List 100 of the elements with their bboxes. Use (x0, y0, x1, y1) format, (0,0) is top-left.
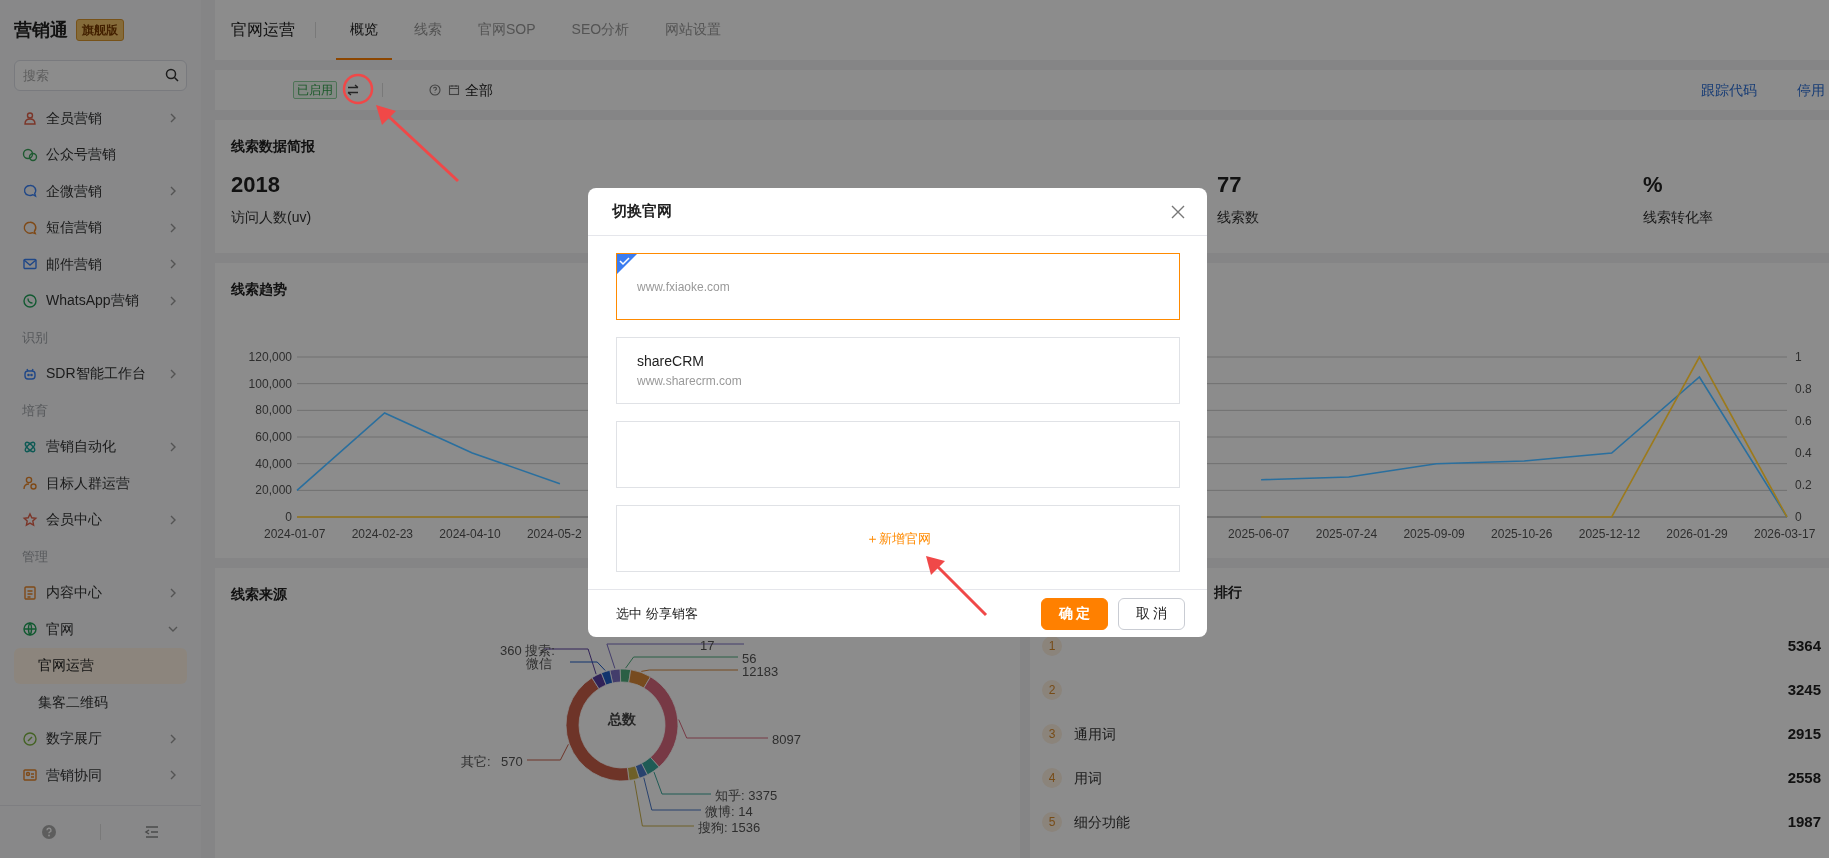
collapse-menu-icon[interactable] (143, 824, 160, 840)
sidebar-item[interactable]: 会员中心 (0, 501, 201, 538)
metric-value: 77 (1217, 171, 1242, 199)
link[interactable]: 停用 (1797, 79, 1825, 101)
axis-label: 120,000 (248, 349, 292, 366)
search-icon[interactable] (165, 68, 179, 82)
phone-bubble-icon (22, 292, 38, 309)
site-url: www.sharecrm.com (637, 373, 742, 390)
swap-icon[interactable] (346, 83, 360, 97)
metric-value: % (1643, 171, 1663, 199)
rank-badge: 2 (1042, 680, 1062, 700)
person-icon (22, 475, 38, 492)
axis-label: 0.4 (1795, 445, 1812, 462)
slice-label: 其它: (461, 753, 491, 771)
metric-label: 访问人数(uv) (231, 208, 312, 227)
sidebar-item[interactable]: 内容中心 (0, 574, 201, 611)
leader-line (643, 777, 702, 811)
rank-badge: 1 (1042, 636, 1062, 656)
axis-label: 20,000 (255, 482, 292, 500)
keyword-label: 通用词 (1074, 724, 1116, 744)
axis-label: 2026-03-17 (1754, 526, 1816, 543)
axis-label: 0 (285, 509, 292, 526)
document-icon (22, 584, 38, 601)
slice-label: 360 搜索: (500, 642, 555, 658)
site-url: www.fxiaoke.com (637, 278, 730, 296)
sidebar-subitem[interactable]: 集客二维码 (14, 684, 187, 721)
star-icon (22, 511, 38, 528)
close-icon[interactable] (1171, 204, 1185, 219)
dialog-title: 切换官网 (612, 201, 672, 222)
axis-label: 0.6 (1795, 413, 1812, 430)
keyword-label: 用词 (1074, 768, 1102, 788)
axis-label: 2025-09-09 (1403, 526, 1465, 543)
help-icon[interactable] (41, 824, 58, 840)
chat-bubbles-icon (22, 146, 38, 163)
sidebar-item[interactable]: 数字展厅 (0, 720, 201, 757)
axis-label: 0 (1795, 509, 1802, 526)
axis-label: 1 (1795, 349, 1802, 366)
site-name: shareCRM (637, 352, 704, 371)
annotation-circle (342, 73, 374, 105)
id-card-icon (22, 767, 38, 784)
slice-label: 8097 (772, 731, 801, 749)
site-option[interactable]: www.fxiaoke.com (616, 253, 1180, 320)
cancel-button[interactable]: 取 消 (1118, 597, 1185, 630)
card-title: 线索趋势 (231, 280, 287, 299)
slice-label: 17 (700, 637, 715, 655)
metric-label: 线索数 (1217, 208, 1259, 227)
sidebar-item[interactable]: 目标人群运营 (0, 465, 201, 502)
edition-badge: 旗舰版 (76, 19, 124, 41)
axis-label: 0.2 (1795, 477, 1812, 494)
selected-check-icon (617, 254, 637, 274)
rank-badge: 5 (1042, 812, 1062, 832)
link[interactable]: 跟踪代码 (1701, 79, 1757, 101)
scope-label[interactable]: 全部 (465, 79, 493, 101)
sidebar-item[interactable]: 营销协同 (0, 757, 201, 794)
axis-label: 40,000 (255, 455, 292, 473)
card-title: 线索来源 (231, 585, 287, 604)
count-value: 1987 (1787, 811, 1821, 832)
donut-center-label: 总数 (608, 710, 636, 729)
axis-label: 2026-01-29 (1666, 526, 1728, 543)
axis-label: 0.8 (1795, 381, 1812, 398)
rank-badge: 4 (1042, 768, 1062, 788)
slice-label: 知乎: 3375 (715, 787, 778, 805)
sidebar-item[interactable]: 营销自动化 (0, 428, 201, 465)
axis-label: 80,000 (255, 402, 292, 420)
axis-label: 2024-02-23 (351, 526, 414, 543)
globe-icon (22, 621, 38, 638)
metric-value: 2018 (231, 171, 280, 199)
annotation-arrow (926, 556, 988, 617)
count-value: 3245 (1787, 679, 1821, 700)
confirm-button[interactable]: 确 定 (1041, 597, 1108, 630)
slice-label: 570 (501, 753, 523, 771)
sidebar-item[interactable]: WhatsApp营销 (0, 282, 201, 319)
axis-label: 2024-05-2 (526, 526, 582, 543)
metric-label: 线索转化率 (1643, 208, 1713, 227)
keyword-label: 细分功能 (1074, 812, 1130, 832)
app-title: 营销通 (14, 18, 68, 42)
status-tag: 已启用 (293, 81, 337, 99)
help-icon[interactable] (429, 84, 441, 96)
chat-icon (22, 183, 38, 200)
slice-label: 微博: 14 (705, 803, 753, 821)
card-title: 排行 (1214, 584, 1242, 600)
axis-label: 2024-01-07 (264, 526, 326, 543)
sidebar-item[interactable]: 公众号营销 (0, 136, 201, 173)
page-title: 官网运营 (231, 20, 295, 40)
count-value: 2915 (1787, 723, 1821, 744)
sidebar-subitem[interactable]: 官网运营 (14, 647, 187, 684)
axis-label: 100,000 (248, 375, 292, 393)
axis-label: 60,000 (255, 429, 292, 446)
count-value: 2558 (1787, 767, 1821, 788)
sidebar-item[interactable]: SDR智能工作台 (0, 355, 201, 392)
calendar-icon[interactable] (448, 84, 460, 96)
sidebar-item[interactable]: 企微营销 (0, 173, 201, 210)
sidebar-item[interactable]: 短信营销 (0, 209, 201, 246)
tab[interactable]: 概览 (336, 0, 392, 60)
sidebar-item[interactable]: 邮件营销 (0, 246, 201, 283)
site-option[interactable]: shareCRM www.sharecrm.com (616, 337, 1180, 404)
sidebar-item[interactable]: 官网 (0, 611, 201, 648)
slice-label: 微信 (526, 656, 552, 673)
sidebar-item[interactable]: 全员营销 (0, 100, 201, 137)
selection-text: 选中 纷享销客 (616, 604, 698, 623)
